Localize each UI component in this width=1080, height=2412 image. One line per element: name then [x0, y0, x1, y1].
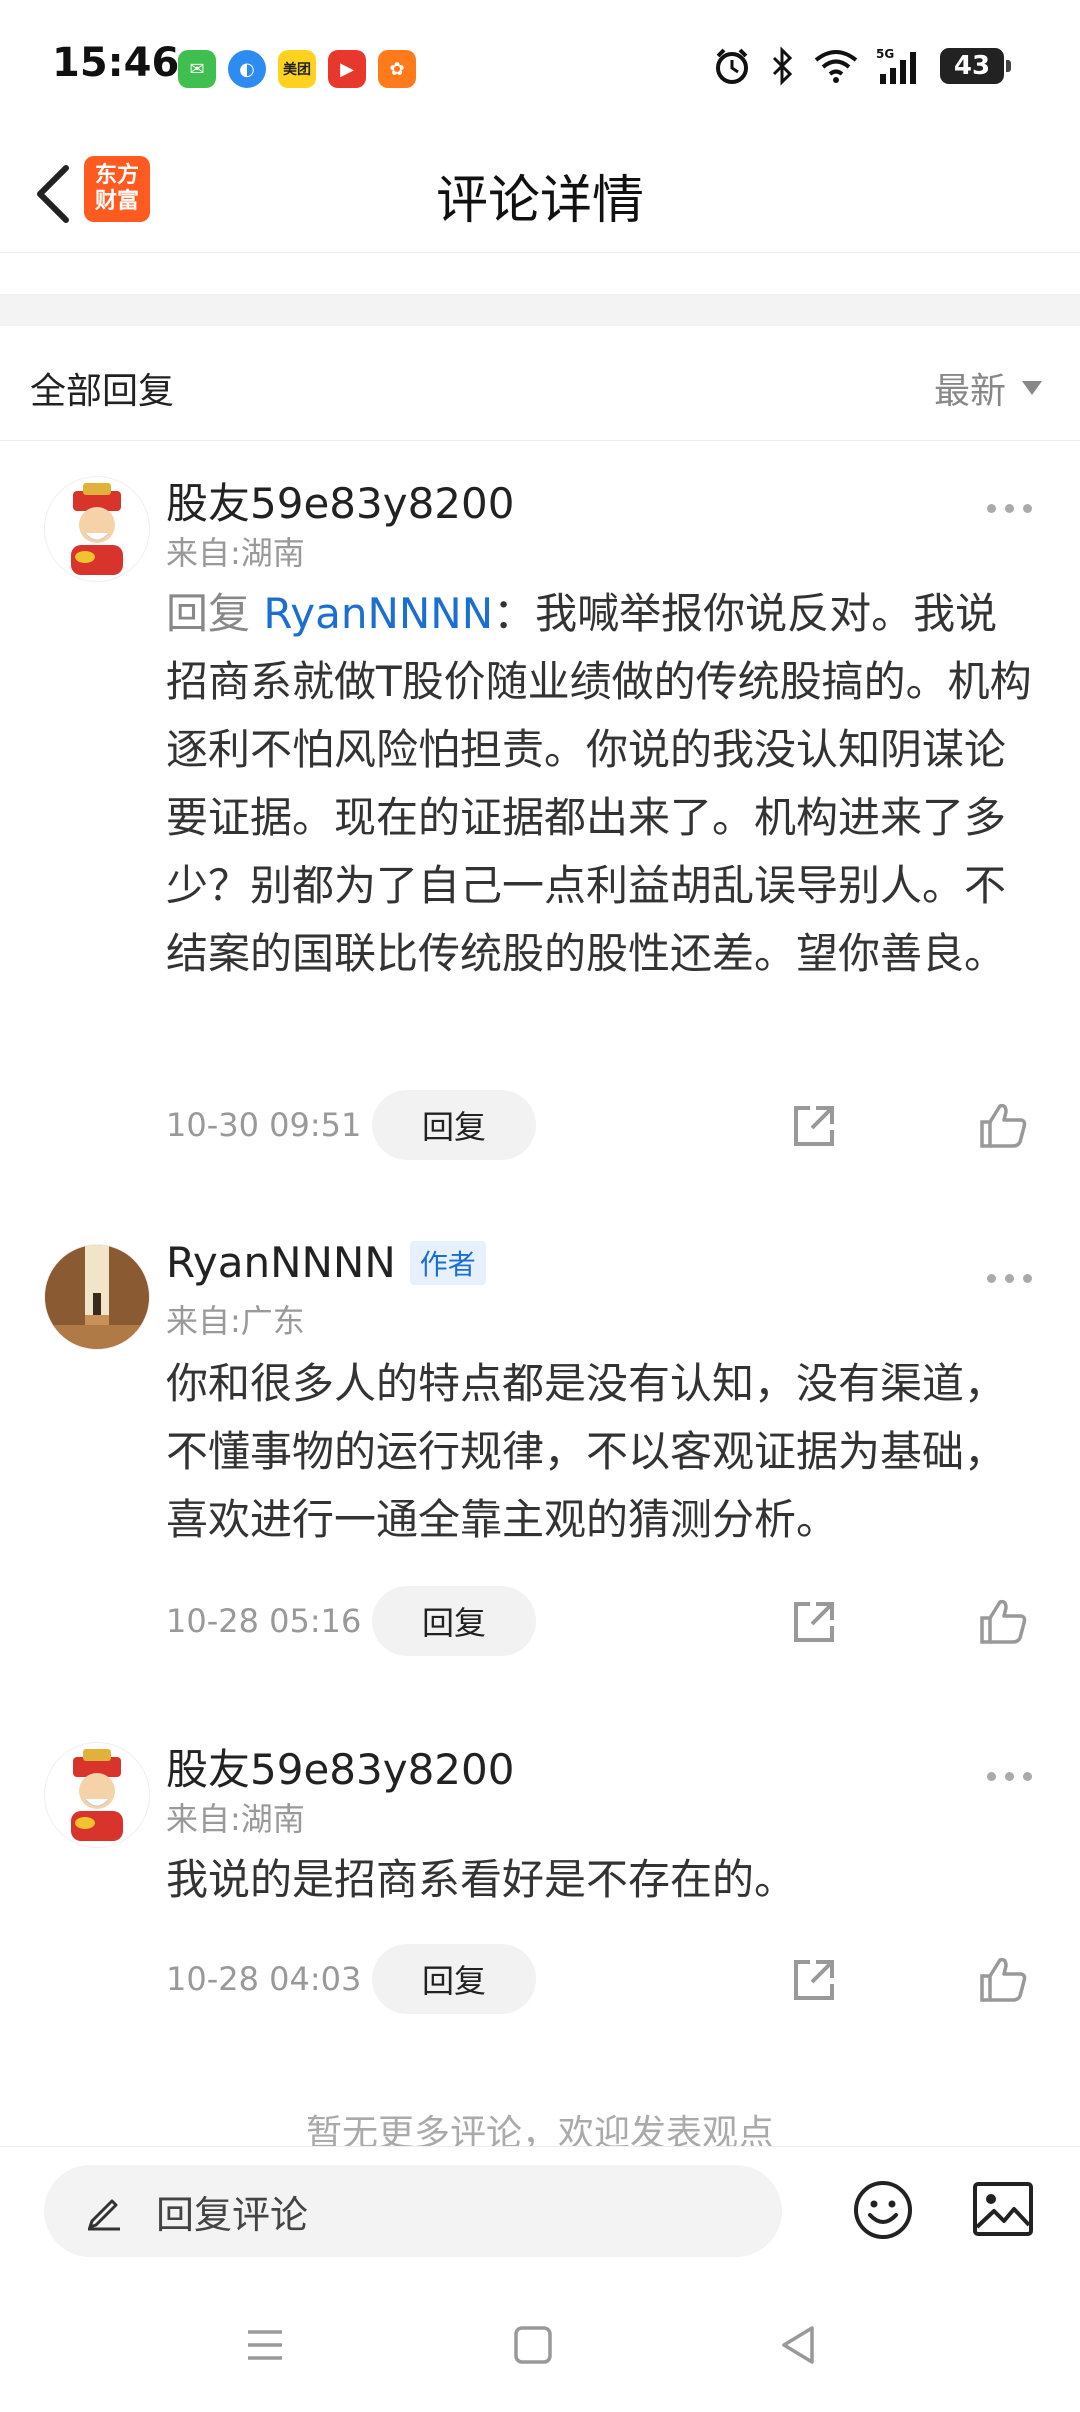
- reply-prefix: 回复: [166, 589, 264, 638]
- dot-icon: [1005, 1772, 1014, 1781]
- comment-author[interactable]: 股友59e83y8200: [166, 1736, 514, 1797]
- replies-header: 全部回复 最新: [0, 326, 1080, 441]
- all-replies-title: 全部回复: [30, 371, 175, 412]
- dot-icon: [1023, 1772, 1032, 1781]
- top-nav-bar: 东方 财富 评论详情: [0, 140, 1080, 253]
- comment-location: 来自:湖南: [166, 534, 305, 572]
- more-options-button[interactable]: [987, 1772, 1032, 1781]
- comment-time: 10-28 05:16: [166, 1602, 362, 1640]
- desert-photo-avatar-icon: [45, 1245, 149, 1349]
- reply-placeholder: 回复评论: [156, 2192, 309, 2237]
- dot-icon: [1005, 504, 1014, 513]
- status-bar: 15:46 ✉ ◐ 美团 ▶ ✿ 5G 43: [0, 0, 1080, 140]
- alarm-icon: [716, 48, 748, 84]
- dot-icon: [987, 1772, 996, 1781]
- share-icon[interactable]: [790, 1598, 838, 1646]
- share-icon[interactable]: [790, 1956, 838, 2004]
- comment-text: 回复 RyanNNNN：我喊举报你说反对。我说招商系就做T股价随业绩做的传统股搞…: [166, 580, 1036, 988]
- taobao-app-icon: ✿: [378, 50, 416, 88]
- home-icon[interactable]: [508, 2320, 558, 2370]
- pen-icon: [88, 2199, 120, 2231]
- meituan-app-icon: 美团: [278, 50, 316, 88]
- video-app-icon: ▶: [328, 50, 366, 88]
- svg-text:5G: 5G: [876, 47, 894, 61]
- reply-button[interactable]: 回复: [372, 1090, 536, 1160]
- dot-icon: [1005, 1274, 1014, 1283]
- comment-meta: 10-28 05:16 回复: [166, 1586, 1046, 1656]
- dot-icon: [987, 1274, 996, 1283]
- author-name[interactable]: RyanNNNN: [166, 1238, 396, 1287]
- comment-time: 10-28 04:03: [166, 1960, 362, 1998]
- comment-time: 10-30 09:51: [166, 1106, 362, 1144]
- comment-item: 股友59e83y8200 来自:湖南 我说的是招商系看好是不存在的。 10-28…: [0, 1660, 1080, 2080]
- back-triangle-icon[interactable]: [774, 2320, 824, 2370]
- comment-text: 你和很多人的特点都是没有认知，没有渠道，不懂事物的运行规律，不以客观证据为基础，…: [166, 1350, 1036, 1554]
- avatar[interactable]: [44, 1742, 150, 1848]
- comment-location: 来自:湖南: [166, 1800, 305, 1838]
- menu-icon[interactable]: [240, 2320, 290, 2370]
- status-time: 15:46: [52, 40, 180, 86]
- share-icon[interactable]: [790, 1102, 838, 1150]
- reply-button[interactable]: 回复: [372, 1944, 536, 2014]
- author-name[interactable]: 股友59e83y8200: [166, 470, 514, 531]
- like-icon[interactable]: [978, 1954, 1028, 2004]
- comment-author[interactable]: RyanNNNN 作者: [166, 1238, 486, 1287]
- image-icon[interactable]: [972, 2181, 1034, 2237]
- caishen-avatar-icon: [45, 1743, 149, 1847]
- sort-label: 最新: [933, 371, 1006, 412]
- dot-icon: [1023, 1274, 1032, 1283]
- comment-body: 你和很多人的特点都是没有认知，没有渠道，不懂事物的运行规律，不以客观证据为基础，…: [166, 1359, 1007, 1544]
- author-name[interactable]: 股友59e83y8200: [166, 1736, 514, 1797]
- comment-author[interactable]: 股友59e83y8200: [166, 470, 514, 531]
- browser-app-icon: ◐: [228, 50, 266, 88]
- emoji-icon[interactable]: [852, 2179, 914, 2241]
- more-options-button[interactable]: [987, 504, 1032, 513]
- battery-icon: 43: [940, 48, 1011, 84]
- sort-dropdown[interactable]: 最新: [934, 362, 1042, 414]
- like-icon[interactable]: [978, 1596, 1028, 1646]
- like-icon[interactable]: [978, 1100, 1028, 1150]
- section-divider: [0, 294, 1080, 326]
- bluetooth-icon: [772, 46, 793, 86]
- comment-text: 我说的是招商系看好是不存在的。: [166, 1846, 1036, 1914]
- comment-body: ：我喊举报你说反对。我说招商系就做T股价随业绩做的传统股搞的。机构逐利不怕风险怕…: [166, 589, 1032, 978]
- reply-comment-input[interactable]: 回复评论: [44, 2165, 782, 2257]
- dot-icon: [987, 504, 996, 513]
- reply-target-link[interactable]: RyanNNNN: [263, 589, 493, 638]
- avatar[interactable]: [44, 1244, 150, 1350]
- comment-location: 来自:广东: [166, 1302, 305, 1340]
- status-right: 5G 43: [712, 46, 1011, 86]
- reply-button[interactable]: 回复: [372, 1586, 536, 1656]
- author-badge: 作者: [409, 1240, 486, 1285]
- more-options-button[interactable]: [987, 1274, 1032, 1283]
- comment-item: 股友59e83y8200 来自:湖南 回复 RyanNNNN：我喊举报你说反对。…: [0, 440, 1080, 1180]
- avatar[interactable]: [44, 476, 150, 582]
- comment-meta: 10-30 09:51 回复: [166, 1090, 1046, 1160]
- signal-5g-icon: 5G: [876, 47, 916, 84]
- notification-icons: ✉ ◐ 美团 ▶ ✿: [178, 50, 416, 88]
- comment-item: RyanNNNN 作者 来自:广东 你和很多人的特点都是没有认知，没有渠道，不懂…: [0, 1180, 1080, 1660]
- system-nav-bar: [0, 2280, 1080, 2412]
- page-title: 评论详情: [435, 171, 644, 231]
- comment-body: 我说的是招商系看好是不存在的。: [166, 1855, 797, 1904]
- messages-app-icon: ✉: [178, 50, 216, 88]
- comment-meta: 10-28 04:03 回复: [166, 1944, 1046, 2014]
- no-more-comments-note: 暂无更多评论，欢迎发表观点: [305, 2113, 774, 2150]
- wifi-icon: [814, 50, 858, 83]
- caishen-avatar-icon: [45, 477, 149, 581]
- caret-down-icon: [1022, 381, 1042, 395]
- dot-icon: [1023, 504, 1032, 513]
- bottom-reply-bar: 回复评论: [0, 2146, 1080, 2281]
